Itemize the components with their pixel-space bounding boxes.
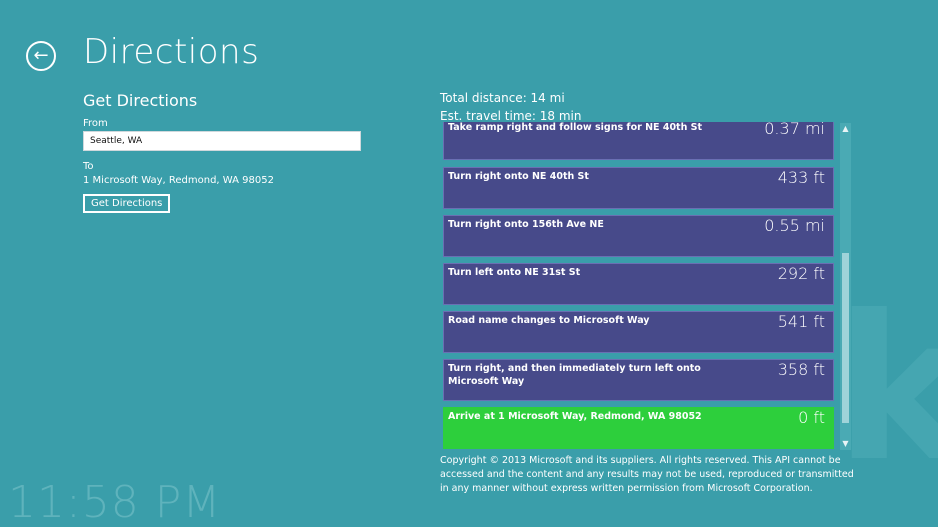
step-instruction: Turn right onto 156th Ave NE (448, 219, 604, 230)
from-input[interactable] (83, 131, 361, 151)
to-label: To (83, 161, 94, 172)
step-instruction: Arrive at 1 Microsoft Way, Redmond, WA 9… (448, 411, 702, 422)
clock: 11:58 PM (8, 477, 222, 527)
copyright-notice: Copyright © 2013 Microsoft and its suppl… (440, 455, 854, 494)
directions-list[interactable]: Take ramp right and follow signs for NE … (443, 122, 836, 452)
total-distance: Total distance: 14 mi (440, 91, 565, 105)
step-distance: 358 ft (777, 360, 825, 379)
direction-step[interactable]: Road name changes to Microsoft Way 541 f… (443, 311, 834, 353)
step-distance: 0.55 mi (764, 216, 825, 235)
direction-step[interactable]: Take ramp right and follow signs for NE … (443, 122, 834, 160)
from-label: From (83, 118, 108, 129)
get-directions-button[interactable]: Get Directions (83, 194, 171, 213)
travel-time: Est. travel time: 18 min (440, 109, 582, 123)
chevron-up-icon[interactable]: ▲ (840, 123, 851, 135)
section-title: Get Directions (83, 91, 198, 110)
directions-page: k ← Directions Get Directions From To 1 … (0, 0, 938, 527)
step-instruction: Turn right onto NE 40th St (448, 171, 589, 182)
step-distance: 292 ft (777, 264, 825, 283)
to-value: 1 Microsoft Way, Redmond, WA 98052 (83, 175, 274, 186)
step-instruction: Take ramp right and follow signs for NE … (448, 122, 703, 133)
step-instruction: Turn left onto NE 31st St (448, 267, 581, 278)
direction-step[interactable]: Turn right onto NE 40th St 433 ft (443, 167, 834, 209)
direction-step[interactable]: Turn left onto NE 31st St 292 ft (443, 263, 834, 305)
scroll-thumb[interactable] (842, 253, 849, 423)
step-instruction: Turn right, and then immediately turn le… (448, 363, 701, 387)
direction-step-arrive[interactable]: Arrive at 1 Microsoft Way, Redmond, WA 9… (443, 407, 834, 449)
step-distance: 0 ft (798, 408, 825, 427)
back-arrow-icon: ← (33, 45, 49, 66)
step-instruction: Road name changes to Microsoft Way (448, 315, 650, 326)
page-title: Directions (83, 32, 260, 72)
step-distance: 541 ft (777, 312, 825, 331)
chevron-down-icon[interactable]: ▼ (840, 438, 851, 450)
step-distance: 0.37 mi (764, 122, 825, 138)
direction-step[interactable]: Turn right, and then immediately turn le… (443, 359, 834, 401)
scrollbar[interactable]: ▲ ▼ (840, 123, 851, 450)
direction-step[interactable]: Turn right onto 156th Ave NE 0.55 mi (443, 215, 834, 257)
step-distance: 433 ft (777, 168, 825, 187)
back-button[interactable]: ← (26, 41, 56, 71)
